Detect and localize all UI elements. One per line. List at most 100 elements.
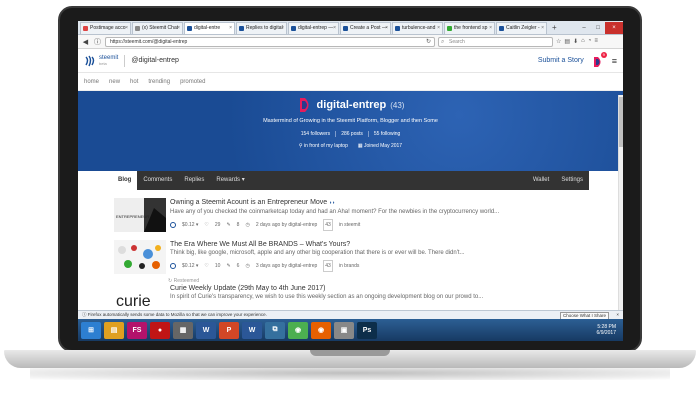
tab-rewards[interactable]: Rewards ▾ — [210, 171, 250, 190]
post-title[interactable]: Owning a Steemit Acount is an Entreprene… — [170, 198, 570, 208]
tab-close-icon[interactable]: × — [489, 23, 492, 34]
profile-tabs-right: Wallet Settings — [527, 171, 589, 190]
profile-tabs: Blog Comments Replies Rewards ▾ Wallet S… — [112, 171, 589, 190]
tab-comments[interactable]: Comments — [137, 171, 178, 190]
network-icon[interactable]: ⧉ — [265, 321, 285, 339]
home-icon[interactable]: ⌂ — [581, 38, 585, 45]
subnav-hot[interactable]: hot — [130, 79, 138, 85]
following-count[interactable]: 55 following — [369, 131, 405, 137]
subnav-trending[interactable]: trending — [148, 79, 170, 85]
url-text: https://steemit.com/@digital-entrep — [110, 38, 188, 45]
subnav-home[interactable]: home — [84, 79, 99, 85]
media-icon[interactable]: ● — [150, 321, 170, 339]
post-thumbnail[interactable] — [114, 240, 166, 274]
post-title[interactable]: The Era Where We Must All Be BRANDS – Wh… — [170, 240, 570, 249]
browser-tab-active[interactable]: digital-entre × — [184, 22, 235, 34]
system-tray-clock[interactable]: 5:28 PM 6/9/2017 — [597, 324, 620, 336]
back-icon[interactable]: ◀ — [81, 38, 90, 46]
post-excerpt[interactable]: In spirit of Curie's transparency, we wi… — [170, 293, 570, 302]
votes-count[interactable]: 10 — [215, 261, 221, 271]
browser-tab[interactable]: (x) Steemit Chat × — [132, 22, 183, 34]
votes-icon: ♡ — [204, 222, 209, 228]
votes-count[interactable]: 29 — [215, 220, 221, 230]
post-thumbnail[interactable]: ENTREPRENEUR — [114, 198, 166, 232]
upvote-icon[interactable] — [170, 263, 176, 269]
browser-tab[interactable]: Postimage acco × — [80, 22, 131, 34]
browser-tab[interactable]: Replies to digital × — [236, 22, 287, 34]
browser-tab[interactable]: Caitlin Zeigler - × — [496, 22, 547, 34]
browser-tab[interactable]: the frontend sp × — [444, 22, 495, 34]
close-window-icon[interactable]: × — [605, 22, 623, 34]
clock-icon: ◷ — [245, 263, 250, 269]
post-title[interactable]: Curie Weekly Update (29th May to 4th Jun… — [170, 284, 570, 293]
tab-label: turbulence-and — [402, 25, 436, 31]
photoshop-icon[interactable]: Ps — [357, 321, 377, 339]
info-icon[interactable]: ⓘ — [93, 37, 102, 47]
comments-icon: ✎ — [226, 263, 231, 269]
tab-close-icon[interactable]: × — [177, 23, 180, 34]
steemit-logo-icon[interactable] — [84, 55, 96, 67]
upvote-icon[interactable] — [170, 222, 176, 228]
reading-list-icon[interactable]: ▤ — [564, 38, 570, 45]
post-meta[interactable]: 2 days ago by digital-entrep — [256, 220, 317, 230]
minimize-icon[interactable]: – — [577, 22, 591, 34]
menu-icon[interactable]: ≡ — [594, 38, 598, 45]
comments-count[interactable]: 8 — [237, 220, 240, 230]
download-icon[interactable]: ⬇ — [573, 38, 578, 45]
tab-close-icon[interactable]: × — [229, 23, 232, 34]
subnav-new[interactable]: new — [109, 79, 120, 85]
post-payout[interactable]: $0.12 ▾ — [182, 220, 198, 230]
fs-app-icon[interactable]: FS — [127, 321, 147, 339]
firefox-icon[interactable]: ◉ — [311, 321, 331, 339]
powerpoint-icon[interactable]: P — [219, 321, 239, 339]
submit-story-link[interactable]: Submit a Story — [538, 57, 584, 64]
printer-icon[interactable]: ▦ — [173, 321, 193, 339]
hamburger-menu-icon[interactable]: ≡ — [612, 56, 617, 66]
post-excerpt[interactable]: Think big, like google, microsoft, apple… — [170, 249, 570, 258]
post-payout[interactable]: $0.12 ▾ — [182, 261, 198, 271]
tab-blog[interactable]: Blog — [112, 171, 138, 190]
app-icon[interactable]: ▣ — [334, 321, 354, 339]
breadcrumb[interactable]: @digital-entrep — [131, 57, 179, 64]
tab-close-icon[interactable]: × — [333, 23, 336, 34]
comments-count[interactable]: 6 — [237, 261, 240, 271]
windows-start-icon[interactable]: ⊞ — [81, 321, 101, 339]
firefox-notification-bar: ⓘ Firefox automatically sends some data … — [78, 310, 623, 320]
tab-close-icon[interactable]: × — [125, 23, 128, 34]
tab-close-icon[interactable]: × — [385, 23, 388, 34]
post-tag[interactable]: in steemit — [339, 220, 360, 230]
tab-close-icon[interactable]: × — [281, 23, 284, 34]
pocket-icon[interactable]: ◔ — [588, 38, 592, 45]
avatar[interactable]: 9 — [592, 51, 607, 67]
brand[interactable]: steemit beta — [99, 55, 118, 67]
tab-close-icon[interactable]: × — [437, 23, 440, 34]
tab-replies[interactable]: Replies — [178, 171, 210, 190]
tab-settings[interactable]: Settings — [555, 171, 589, 190]
tab-close-icon[interactable]: × — [541, 23, 544, 34]
notification-close-icon[interactable]: × — [616, 311, 619, 319]
page-scrollbar[interactable] — [618, 95, 623, 320]
maximize-icon[interactable]: □ — [591, 22, 605, 34]
tab-label: digital-entrep — — [298, 25, 334, 31]
word2-icon[interactable]: W — [242, 321, 262, 339]
post-tag[interactable]: in brands — [339, 261, 360, 271]
browser-tab[interactable]: Create a Post — × — [340, 22, 391, 34]
tab-wallet[interactable]: Wallet — [527, 171, 555, 190]
post-meta[interactable]: 3 days ago by digital-entrep — [256, 261, 317, 271]
reload-icon[interactable]: ↻ — [426, 38, 431, 47]
chrome-icon[interactable]: ◉ — [288, 321, 308, 339]
star-icon[interactable]: ☆ — [556, 38, 561, 45]
post-excerpt[interactable]: Have any of you checked the coinmarketca… — [170, 208, 570, 217]
subnav-promoted[interactable]: promoted — [180, 79, 205, 85]
clock-date: 6/9/2017 — [596, 330, 616, 336]
search-input[interactable]: ⌕ Search — [438, 36, 553, 47]
browser-tab[interactable]: turbulence-and × — [392, 22, 443, 34]
profile-title: digital-entrep (43) — [78, 91, 623, 113]
file-explorer-icon[interactable]: ▤ — [104, 321, 124, 339]
followers-count[interactable]: 154 followers — [296, 131, 337, 137]
new-tab-button[interactable]: + — [548, 22, 561, 34]
word-icon[interactable]: W — [196, 321, 216, 339]
scrollbar-thumb[interactable] — [619, 97, 623, 147]
url-bar[interactable]: https://steemit.com/@digital-entrep ↻ — [105, 36, 435, 47]
browser-tab[interactable]: digital-entrep — × — [288, 22, 339, 34]
